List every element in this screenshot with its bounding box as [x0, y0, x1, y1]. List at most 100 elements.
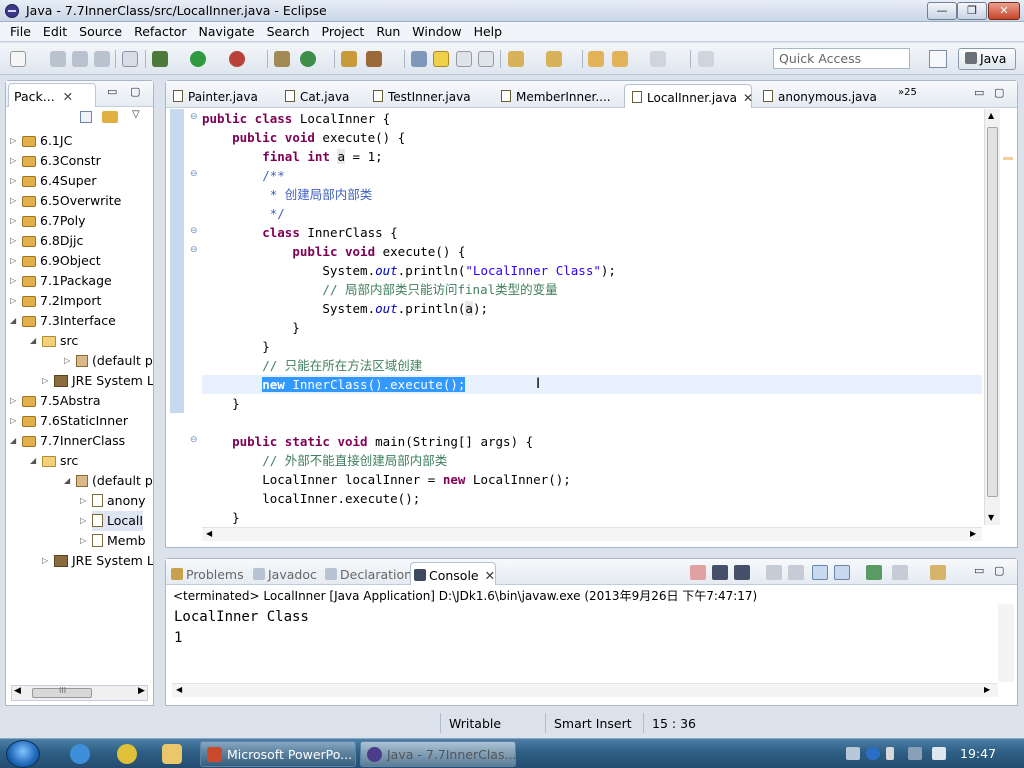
scrollbar-thumb[interactable] — [987, 127, 998, 497]
tree-item[interactable]: ▷ (default p — [64, 351, 153, 371]
tree-item[interactable]: ▷ 7.5Abstra — [10, 391, 101, 411]
keyboard-icon[interactable] — [846, 747, 860, 760]
tab-memberinner-java[interactable]: MemberInner.... — [494, 84, 612, 108]
scroll-left-icon[interactable]: ◀ — [14, 686, 21, 696]
explorer-folder-icon[interactable] — [162, 744, 182, 764]
tree-item[interactable]: ▷ 6.5Overwrite — [10, 191, 121, 211]
back-icon[interactable] — [612, 51, 628, 67]
scroll-down-icon[interactable]: ▼ — [988, 513, 994, 522]
previous-annotation-icon[interactable] — [546, 51, 562, 67]
fold-icon[interactable]: ⊖ — [190, 169, 198, 179]
fold-icon[interactable]: ⊖ — [190, 245, 198, 255]
menu-help[interactable]: Help — [468, 24, 509, 39]
clock[interactable]: 19:47 — [960, 746, 996, 761]
tree-item[interactable]: ◢ 7.3Interface — [10, 311, 116, 331]
minimize-view-icon[interactable]: ▭ — [107, 85, 117, 98]
scroll-right-icon[interactable]: ▶ — [138, 686, 145, 696]
tree-item-selected[interactable]: ▷ LocalI — [80, 511, 144, 531]
console-horizontal-scrollbar[interactable]: ◀ ▶ — [172, 683, 998, 697]
view-menu-icon[interactable]: ▽ — [132, 109, 140, 120]
tree-item[interactable]: ▷ 6.7Poly — [10, 211, 86, 231]
run-icon[interactable] — [190, 51, 206, 67]
remove-launch-icon[interactable] — [712, 565, 728, 580]
new-class-icon[interactable] — [300, 51, 316, 67]
close-icon[interactable]: ✕ — [63, 89, 73, 104]
tree-item[interactable]: ◢ src — [30, 451, 78, 471]
scroll-lock-icon[interactable] — [788, 565, 804, 580]
show-on-error-icon[interactable] — [834, 565, 850, 580]
show-on-output-icon[interactable] — [812, 565, 828, 580]
tab-package-explorer[interactable]: Pack... ✕ — [8, 83, 96, 107]
tab-overflow-button[interactable]: »25 — [898, 87, 917, 98]
minimize-view-icon[interactable]: ▭ — [974, 86, 984, 99]
external-tools-icon[interactable] — [229, 51, 245, 67]
tree-item[interactable]: ◢ src — [30, 331, 78, 351]
taskbar-eclipse[interactable]: Java - 7.7InnerClas... — [360, 741, 516, 767]
menu-run[interactable]: Run — [370, 24, 406, 39]
maximize-view-icon[interactable]: ▢ — [130, 85, 140, 98]
internet-explorer-icon[interactable] — [70, 744, 90, 764]
tab-testinner-java[interactable]: TestInner.java — [366, 84, 478, 108]
menu-project[interactable]: Project — [316, 24, 371, 39]
editor-vertical-scrollbar[interactable]: ▲ ▼ — [984, 109, 1000, 525]
pin-editor-icon[interactable] — [698, 51, 714, 67]
link-with-editor-icon[interactable] — [102, 111, 118, 123]
menu-refactor[interactable]: Refactor — [128, 24, 192, 39]
tab-cat-java[interactable]: Cat.java — [278, 84, 358, 108]
menu-window[interactable]: Window — [406, 24, 467, 39]
show-whitespace-icon[interactable] — [478, 51, 494, 67]
package-explorer-scrollbar[interactable]: ◀ III ▶ — [11, 685, 148, 701]
menu-edit[interactable]: Edit — [37, 24, 73, 39]
clear-console-icon[interactable] — [766, 565, 782, 580]
scroll-right-icon[interactable]: ▶ — [970, 529, 976, 538]
tab-problems[interactable]: Problems — [168, 562, 244, 585]
minimize-view-icon[interactable]: ▭ — [974, 564, 984, 577]
next-annotation-icon[interactable] — [508, 51, 524, 67]
search-icon[interactable] — [366, 51, 382, 67]
close-window-button[interactable]: ✕ — [988, 2, 1020, 20]
tab-declaration[interactable]: Declaration — [322, 562, 412, 585]
skip-breakpoints-icon[interactable] — [122, 51, 138, 67]
highlight-occurrences-icon[interactable] — [433, 51, 449, 67]
scroll-up-icon[interactable]: ▲ — [988, 111, 994, 120]
terminate-icon[interactable] — [690, 565, 706, 580]
new-icon[interactable] — [10, 51, 26, 67]
tree-item[interactable]: ▷ JRE System L — [42, 371, 153, 391]
console-vertical-scrollbar[interactable] — [998, 604, 1014, 682]
tab-console[interactable]: Console ✕ — [410, 562, 496, 585]
menu-source[interactable]: Source — [73, 24, 128, 39]
fold-icon[interactable]: ⊖ — [190, 112, 198, 122]
tree-item[interactable]: ◢ 7.7InnerClass — [10, 431, 125, 451]
close-icon[interactable]: ✕ — [743, 91, 753, 105]
console-output[interactable]: LocalInner Class 1 — [174, 607, 309, 649]
block-selection-icon[interactable] — [456, 51, 472, 67]
debug-icon[interactable] — [152, 51, 168, 67]
maximize-view-icon[interactable]: ▢ — [994, 86, 1004, 99]
close-icon[interactable]: ✕ — [485, 568, 495, 583]
java-perspective-button[interactable]: Java — [958, 48, 1016, 70]
occurrence-marker[interactable] — [1003, 157, 1013, 160]
scroll-left-icon[interactable]: ◀ — [176, 685, 182, 694]
tree-item[interactable]: ▷ Memb — [80, 531, 146, 551]
display-console-icon[interactable] — [892, 565, 908, 580]
fold-icon[interactable]: ⊖ — [190, 435, 198, 445]
collapse-all-icon[interactable] — [80, 111, 92, 123]
menu-navigate[interactable]: Navigate — [193, 24, 261, 39]
menu-search[interactable]: Search — [261, 24, 316, 39]
tree-item[interactable]: ▷ 6.8Djjc — [10, 231, 83, 251]
new-java-project-icon[interactable] — [274, 51, 290, 67]
tree-item[interactable]: ▷ 7.2Import — [10, 291, 101, 311]
tree-item[interactable]: ▷ 6.4Super — [10, 171, 97, 191]
scrollbar-thumb[interactable]: III — [32, 686, 92, 698]
tree-item[interactable]: ▷ 7.1Package — [10, 271, 112, 291]
save-icon[interactable] — [50, 51, 66, 67]
tab-anonymous-java[interactable]: anonymous.java — [756, 84, 877, 108]
minimize-button[interactable]: — — [927, 2, 957, 20]
tree-item[interactable]: ▷ 6.9Object — [10, 251, 101, 271]
tree-item[interactable]: ▷ 6.1JC — [10, 131, 72, 151]
scroll-right-icon[interactable]: ▶ — [984, 685, 990, 694]
volume-icon[interactable] — [932, 747, 946, 760]
network-icon[interactable] — [886, 747, 894, 760]
tab-localinner-java[interactable]: LocalInner.java ✕ — [624, 84, 753, 108]
chrome-icon[interactable] — [117, 744, 137, 764]
